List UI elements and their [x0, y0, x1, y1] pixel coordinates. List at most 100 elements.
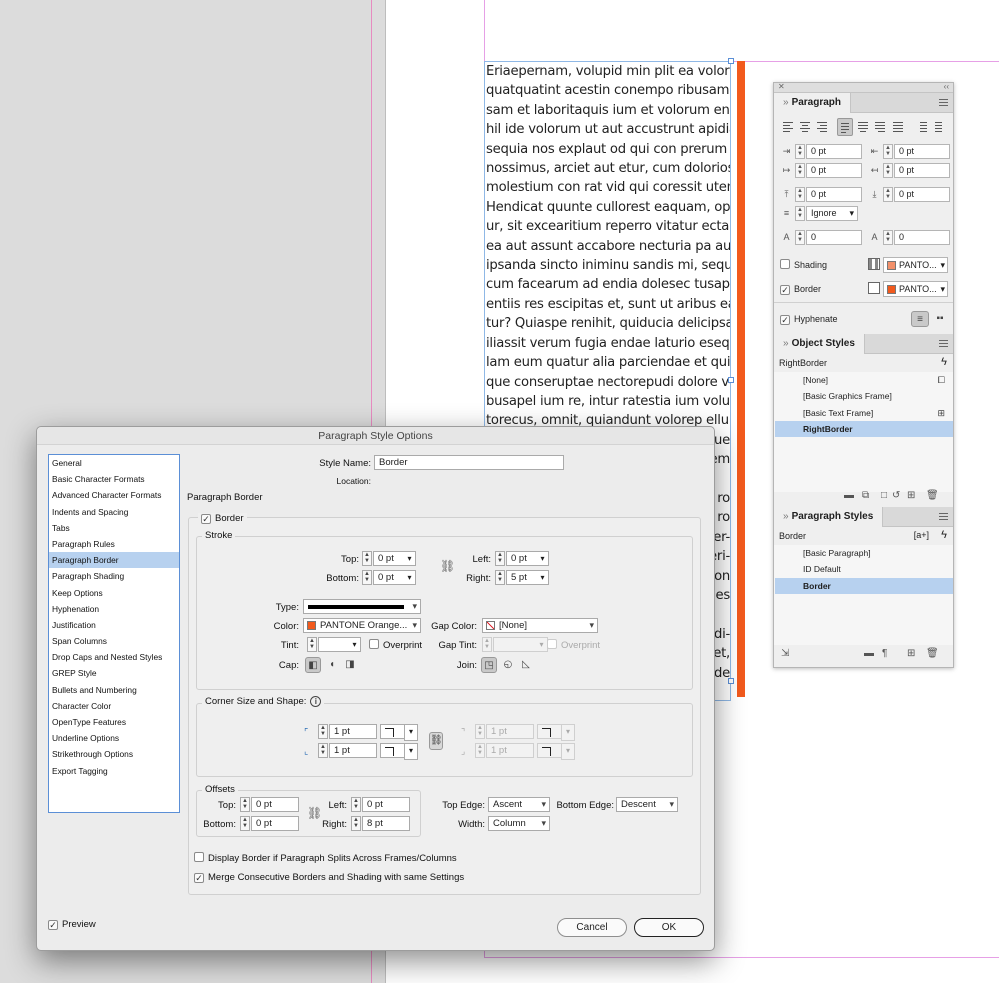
display-split-toggle[interactable]: Display Border if Paragraph Splits Acros…	[194, 852, 457, 864]
panel-menu-icon[interactable]	[939, 340, 948, 347]
do-not-align-spine-icon[interactable]: ≡	[911, 311, 929, 327]
frame-handle-mid-right[interactable]	[728, 377, 734, 383]
align-towards-spine-icon[interactable]	[914, 118, 930, 136]
butt-cap-icon[interactable]: ◧	[305, 657, 321, 673]
text-line[interactable]: ur, sit excearitium reperro vitatur ecta…	[486, 217, 730, 236]
drop-cap-chars-value[interactable]: 0	[894, 230, 950, 245]
stroke-right-value[interactable]: 5 pt	[506, 570, 538, 585]
round-cap-icon[interactable]: ◖	[324, 657, 340, 673]
preview-toggle[interactable]: ✓ Preview	[48, 919, 96, 930]
stroke-tint-dropdown[interactable]: ▾	[349, 637, 361, 652]
corner-top-right-value[interactable]: 1 pt	[486, 724, 534, 739]
right-indent-field[interactable]: ⇤ ▲ ▼ 0 pt	[868, 144, 952, 159]
clear-overrides-icon[interactable]: □	[881, 490, 887, 501]
text-line[interactable]: quatquatint acestin conempo ribusam	[486, 81, 730, 100]
border-enable-checkbox[interactable]: ✓	[201, 514, 211, 524]
trash-icon[interactable]: 🗑	[926, 648, 939, 659]
text-line[interactable]: que conseruptae nectorepudi dolore veli-	[486, 373, 730, 392]
drop-cap-lines-field[interactable]: A ▲ ▼ 0	[780, 230, 864, 245]
stroke-bottom-dropdown[interactable]: ▾	[404, 570, 416, 585]
new-style-from-selection-badge[interactable]: [a+]	[914, 530, 929, 540]
stroke-top-value[interactable]: 0 pt	[373, 551, 405, 566]
frame-handle-top-right[interactable]	[728, 58, 734, 64]
object-style-item[interactable]: RightBorder	[775, 420, 953, 437]
space-after-field[interactable]: ⤓ ▲ ▼ 0 pt	[868, 187, 952, 202]
spinner[interactable]: ▲ ▼	[482, 637, 492, 652]
offset-left-value[interactable]: 0 pt	[362, 797, 410, 812]
justify-left-icon[interactable]	[837, 118, 853, 136]
folder-icon[interactable]: ▬	[844, 490, 854, 501]
spinner[interactable]: ▲ ▼	[883, 187, 893, 202]
space-after-value[interactable]: 0 pt	[894, 187, 950, 202]
corner-top-left-shape[interactable]	[380, 724, 418, 741]
stroke-tint-value[interactable]	[318, 637, 350, 652]
text-line[interactable]: ea aut assunt accabore necturia pa aut e…	[486, 237, 730, 256]
category-item[interactable]: Span Columns	[49, 633, 179, 649]
corner-bottom-left-value[interactable]: 1 pt	[329, 743, 377, 758]
text-line[interactable]: iliassit verum fugia endae laturio esequ…	[486, 334, 730, 353]
corner-bottom-right-shape[interactable]	[537, 743, 575, 760]
hyphenate-checkbox[interactable]: ✓	[780, 315, 790, 325]
spinner[interactable]: ▲ ▼	[318, 724, 328, 739]
align-to-grid-select[interactable]: Ignore	[806, 206, 858, 221]
text-line[interactable]: sam et laboritaquis ium et volorum eni-	[486, 101, 730, 120]
object-style-item[interactable]: [Basic Text Frame] ⊞	[775, 405, 953, 421]
text-line[interactable]: molestium con rat vid qui coressit utent…	[486, 178, 730, 197]
stroke-right-dropdown[interactable]: ▾	[537, 570, 549, 585]
miter-join-icon[interactable]: ◳	[481, 657, 497, 673]
spinner[interactable]: ▲ ▼	[351, 816, 361, 831]
align-right-icon[interactable]	[814, 118, 830, 136]
bottom-edge-select[interactable]: Descent	[616, 797, 678, 812]
trash-icon[interactable]: 🗑	[926, 490, 939, 501]
category-item[interactable]: Drop Caps and Nested Styles	[49, 649, 179, 665]
drop-cap-chars-field[interactable]: A ▲ ▼ 0	[868, 230, 952, 245]
cancel-button[interactable]: Cancel	[557, 918, 627, 937]
close-icon[interactable]: ✕	[778, 82, 785, 91]
justify-center-icon[interactable]	[855, 118, 871, 136]
paragraph-style-item[interactable]: Border	[775, 577, 953, 594]
gap-overprint-checkbox[interactable]	[547, 639, 557, 649]
text-line[interactable]: ipsanda sincto iniminu sandis mi, sequam	[486, 256, 730, 275]
border-toggle[interactable]: ✓ Border	[198, 513, 247, 524]
category-item[interactable]: Indents and Spacing	[49, 504, 179, 520]
text-line[interactable]: hil ide volorum ut aut accustrunt apidia	[486, 120, 730, 139]
spinner[interactable]: ▲ ▼	[795, 144, 805, 159]
lightning-icon[interactable]: ϟ	[941, 529, 947, 541]
round-join-icon[interactable]: ◵	[500, 657, 516, 673]
tab-paragraph-styles[interactable]: Paragraph Styles	[774, 507, 884, 527]
text-line[interactable]: tur? Quiaspe renihit, quiducia delicipsa	[486, 314, 730, 333]
text-line[interactable]: Hendicat quunte cullorest eaquam, optat-	[486, 198, 730, 217]
offset-top-value[interactable]: 0 pt	[251, 797, 299, 812]
spinner[interactable]: ▲ ▼	[240, 816, 250, 831]
new-style-icon[interactable]: ⊞	[907, 648, 915, 659]
text-line[interactable]: busapel ium re, intur ratestia ium volup…	[486, 392, 730, 411]
stroke-bottom-value[interactable]: 0 pt	[373, 570, 405, 585]
category-item[interactable]: Advanced Character Formats	[49, 487, 179, 503]
spinner[interactable]: ▲ ▼	[883, 163, 893, 178]
align-to-spine-icon[interactable]: ▪▪	[932, 311, 948, 327]
spinner[interactable]: ▲ ▼	[475, 724, 485, 739]
spinner[interactable]: ▲ ▼	[318, 743, 328, 758]
object-style-item[interactable]: [Basic Graphics Frame]	[775, 388, 953, 404]
stroke-left-value[interactable]: 0 pt	[506, 551, 538, 566]
width-select[interactable]: Column	[488, 816, 550, 831]
spinner[interactable]: ▲ ▼	[883, 144, 893, 159]
offset-bottom-value[interactable]: 0 pt	[251, 816, 299, 831]
category-item[interactable]: Strikethrough Options	[49, 746, 179, 762]
align-away-spine-icon[interactable]	[932, 118, 948, 136]
category-item[interactable]: Justification	[49, 617, 179, 633]
category-item[interactable]: Paragraph Shading	[49, 568, 179, 584]
lightning-icon[interactable]: ϟ	[941, 356, 947, 368]
panel-menu-icon[interactable]	[939, 99, 948, 106]
category-item[interactable]: Tabs	[49, 520, 179, 536]
tab-object-styles[interactable]: Object Styles	[774, 334, 865, 354]
tab-paragraph[interactable]: Paragraph	[774, 93, 852, 113]
spinner[interactable]: ▲ ▼	[475, 743, 485, 758]
align-left-icon[interactable]	[780, 118, 796, 136]
paragraph-style-item[interactable]: ID Default	[775, 561, 953, 577]
left-indent-value[interactable]: 0 pt	[806, 144, 862, 159]
object-style-item[interactable]: [None] ⧠	[775, 372, 953, 388]
text-line[interactable]: entiis res escipitas et, sunt ut aribus …	[486, 295, 730, 314]
frame-handle-bottom-right[interactable]	[728, 678, 734, 684]
last-line-indent-value[interactable]: 0 pt	[894, 163, 950, 178]
